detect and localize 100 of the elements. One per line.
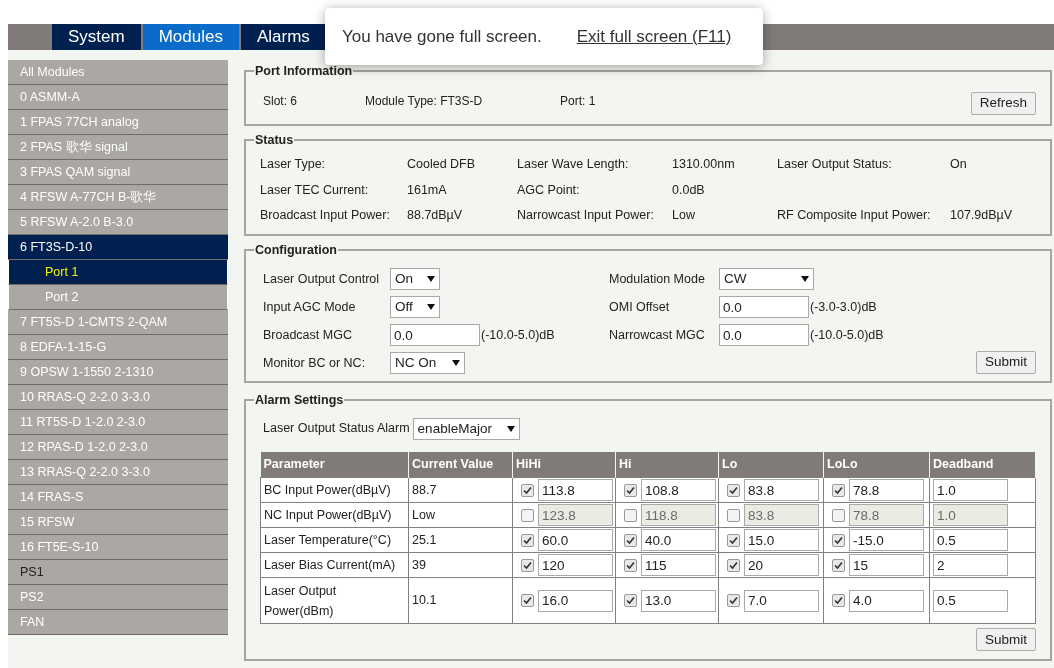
input-field[interactable]: 78.8	[849, 504, 924, 527]
sidebar-subitem[interactable]: Port 1	[8, 260, 228, 285]
field-label: Narrowcast MGC	[609, 326, 706, 344]
checkbox[interactable]	[624, 483, 637, 497]
status-label: Laser Wave Length:	[517, 155, 630, 173]
port-label: Port: 1	[560, 92, 597, 110]
checkbox[interactable]	[624, 533, 637, 547]
table-cell: 88.7	[408, 477, 513, 503]
table-cell: 39	[408, 552, 513, 578]
checkbox[interactable]	[727, 558, 740, 572]
input-field[interactable]: 4.0	[849, 589, 924, 612]
dropdown[interactable]: CW	[719, 268, 814, 291]
checkbox[interactable]	[521, 594, 534, 608]
submit-button[interactable]: Submit	[975, 350, 1036, 374]
input-field[interactable]: 1.0	[933, 479, 1008, 502]
field-label: Laser Output Status Alarm	[263, 420, 410, 438]
range-hint: (-3.0-3.0)dB	[810, 298, 877, 316]
input-field[interactable]: 40.0	[641, 529, 716, 552]
field-label: Modulation Mode	[609, 270, 706, 288]
input-field[interactable]: -15.0	[849, 529, 924, 552]
input-field[interactable]: 78.8	[849, 479, 924, 502]
input-field[interactable]: 13.0	[641, 589, 716, 612]
input-field[interactable]: 118.8	[641, 504, 716, 527]
dropdown[interactable]: On	[390, 268, 440, 291]
field-label: Input AGC Mode	[262, 298, 357, 316]
input-field[interactable]: 0.5	[933, 529, 1008, 552]
input-field[interactable]: 20	[744, 554, 819, 577]
dropdown[interactable]: NC On	[390, 352, 465, 375]
checkbox[interactable]	[832, 508, 845, 522]
caret-icon	[452, 360, 460, 367]
exit-fullscreen-link[interactable]: Exit full screen (F11)	[576, 23, 732, 50]
checkbox[interactable]	[624, 508, 637, 522]
status-label: RF Composite Input Power:	[777, 207, 932, 225]
status-label: Laser Output Status:	[777, 155, 893, 173]
input-field[interactable]: 0.5	[933, 589, 1008, 612]
column-header: Hi	[615, 451, 719, 478]
checkbox[interactable]	[832, 483, 845, 497]
dropdown[interactable]: Off	[390, 296, 440, 319]
field-label: Monitor BC or NC:	[262, 354, 367, 372]
checkbox[interactable]	[727, 594, 740, 608]
dropdown-value: Off	[395, 298, 413, 317]
checkbox[interactable]	[832, 594, 845, 608]
input-field[interactable]: 83.8	[744, 479, 819, 502]
range-hint: (-10.0-5.0)dB	[810, 326, 884, 344]
checkbox[interactable]	[521, 533, 534, 547]
status-label: Laser Type:	[260, 155, 327, 173]
column-header: HiHi	[512, 451, 616, 478]
status-value: Low	[672, 207, 696, 225]
checkbox[interactable]	[521, 558, 534, 572]
input-field[interactable]: 60.0	[538, 529, 613, 552]
section-title: Status	[254, 132, 295, 149]
checkbox[interactable]	[727, 508, 740, 522]
table-cell: Laser Bias Current(mA)	[260, 552, 409, 578]
nav-tab[interactable]: Alarms	[240, 24, 326, 50]
table-cell: 10.1	[408, 577, 513, 624]
checkbox[interactable]	[832, 558, 845, 572]
input-field[interactable]: 7.0	[744, 589, 819, 612]
dropdown-value: CW	[724, 270, 747, 289]
checkbox[interactable]	[727, 483, 740, 497]
checkbox[interactable]	[727, 533, 740, 547]
input-field[interactable]: 0.0	[719, 296, 809, 319]
checkbox[interactable]	[521, 508, 534, 522]
sidebar-item[interactable]: 6 FT3S-D-10	[8, 235, 228, 260]
range-hint: (-10.0-5.0)dB	[481, 326, 555, 344]
input-field[interactable]: 0.0	[390, 324, 480, 347]
input-field[interactable]: 120	[538, 554, 613, 577]
column-header: Deadband	[929, 451, 1036, 478]
input-field[interactable]: 123.8	[538, 504, 613, 527]
nav-tab[interactable]: Modules	[142, 24, 239, 50]
input-field[interactable]: 83.8	[744, 504, 819, 527]
checkbox[interactable]	[521, 483, 534, 497]
checkbox[interactable]	[624, 558, 637, 572]
section-title: Port Information	[254, 63, 354, 80]
input-field[interactable]: 15.0	[744, 529, 819, 552]
slot-label: Slot: 6	[263, 92, 299, 110]
status-label: Narrowcast Input Power:	[517, 207, 655, 225]
checkbox[interactable]	[832, 533, 845, 547]
field-label: OMI Offset	[609, 298, 671, 316]
caret-icon	[801, 276, 809, 283]
input-field[interactable]: 115	[641, 554, 716, 577]
table-cell: 25.1	[408, 527, 513, 553]
input-field[interactable]: 108.8	[641, 479, 716, 502]
status-value: 0.0dB	[672, 181, 706, 199]
input-field[interactable]: 2	[933, 554, 1008, 577]
input-field[interactable]: 15	[849, 554, 924, 577]
table-cell: Laser Output Power(dBm)	[260, 577, 409, 624]
input-field[interactable]: 0.0	[719, 324, 809, 347]
dropdown-value: NC On	[395, 354, 437, 373]
checkbox[interactable]	[624, 594, 637, 608]
nav-tab[interactable]: System	[52, 24, 141, 50]
column-header: Lo	[718, 451, 824, 478]
section-title: Configuration	[254, 242, 338, 259]
input-field[interactable]: 16.0	[538, 589, 613, 612]
sidebar-item[interactable]: PS1	[8, 560, 228, 585]
refresh-button[interactable]: Refresh	[970, 91, 1036, 115]
submit-button[interactable]: Submit	[975, 628, 1036, 652]
input-field[interactable]: 113.8	[538, 479, 613, 502]
dropdown[interactable]: enableMajor	[412, 417, 520, 440]
caret-icon	[427, 276, 435, 283]
column-header: LoLo	[823, 451, 930, 478]
